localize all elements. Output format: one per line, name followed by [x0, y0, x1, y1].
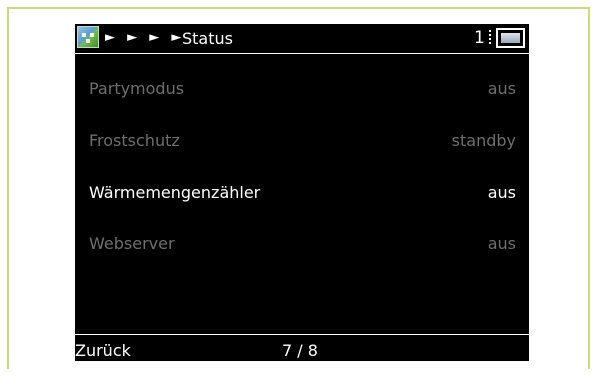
- menu-row-label: Webserver: [89, 234, 175, 253]
- sd-card-icon: [496, 28, 525, 48]
- menu-row-label: Frostschutz: [89, 131, 180, 150]
- menu-row-waermemengenzaehler[interactable]: Wärmemengenzähler aus: [75, 183, 529, 213]
- menu-row-webserver[interactable]: Webserver aus: [75, 234, 529, 264]
- page-title: Status: [182, 29, 233, 48]
- breadcrumb-arrows: ► ► ► ►: [105, 30, 186, 45]
- menu-row-partymodus[interactable]: Partymodus aus: [75, 79, 529, 109]
- menu-row-value: standby: [451, 131, 516, 150]
- menu-row-frostschutz[interactable]: Frostschutz standby: [75, 131, 529, 161]
- separator-dots: [489, 30, 491, 46]
- menu-row-value: aus: [487, 79, 516, 98]
- menu-row-value: aus: [487, 183, 516, 202]
- back-button[interactable]: Zurück: [75, 341, 131, 360]
- title-bar: ► ► ► ► Status 1: [75, 24, 529, 54]
- menu-row-label: Partymodus: [89, 79, 185, 98]
- page-indicator: 7 / 8: [282, 341, 318, 360]
- device-screen: ► ► ► ► Status 1 Partymodus aus Frostsch…: [75, 24, 529, 361]
- menu-row-label: Wärmemengenzähler: [89, 183, 261, 202]
- footer-bar: Zurück 7 / 8: [75, 334, 529, 361]
- page-number: 1: [474, 28, 485, 48]
- menu-row-value: aus: [487, 234, 516, 253]
- house-icon: [77, 26, 99, 48]
